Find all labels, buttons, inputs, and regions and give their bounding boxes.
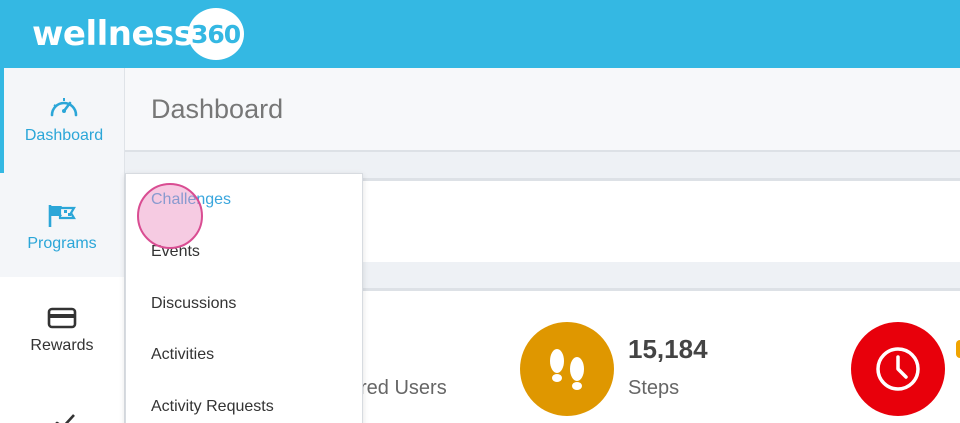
sidebar-item-label: Rewards <box>30 337 94 354</box>
credit-card-icon <box>47 307 77 329</box>
steps-value: 15,184 <box>628 334 708 364</box>
sidebar-item-label: Programs <box>27 235 97 252</box>
menu-item-activity-requests[interactable]: Activity Requests <box>151 398 274 416</box>
logo-badge: 360 <box>187 8 244 60</box>
sidebar: Dashboard Programs Rewards <box>0 68 124 423</box>
menu-item-discussions[interactable]: Discussions <box>151 295 236 313</box>
menu-item-activities[interactable]: Activities <box>151 346 214 364</box>
time-badge <box>851 322 945 416</box>
clock-icon <box>876 347 920 391</box>
logo-badge-text: 360 <box>190 19 241 49</box>
sidebar-item-reports[interactable] <box>0 381 124 423</box>
chart-line-icon <box>55 414 75 423</box>
top-bar: wellness 360 <box>0 0 960 68</box>
steps-label: Steps <box>628 377 680 399</box>
footprints-icon <box>550 349 584 390</box>
click-indicator <box>137 183 203 249</box>
sidebar-item-rewards[interactable]: Rewards <box>0 277 124 381</box>
logo-word: wellness <box>32 14 194 54</box>
steps-badge <box>520 322 614 416</box>
page-title: Dashboard <box>151 94 284 124</box>
speedometer-icon <box>50 98 78 117</box>
flags-icon <box>48 205 76 227</box>
partial-stat-badge <box>956 340 960 358</box>
sidebar-item-label: Dashboard <box>24 127 104 144</box>
sidebar-item-dashboard[interactable]: Dashboard <box>0 68 124 173</box>
sidebar-item-programs[interactable]: Programs <box>0 173 124 277</box>
registered-users-label: red Users <box>360 377 447 399</box>
wellness360-logo[interactable]: wellness 360 <box>32 8 244 60</box>
page-header: Dashboard <box>125 68 960 152</box>
